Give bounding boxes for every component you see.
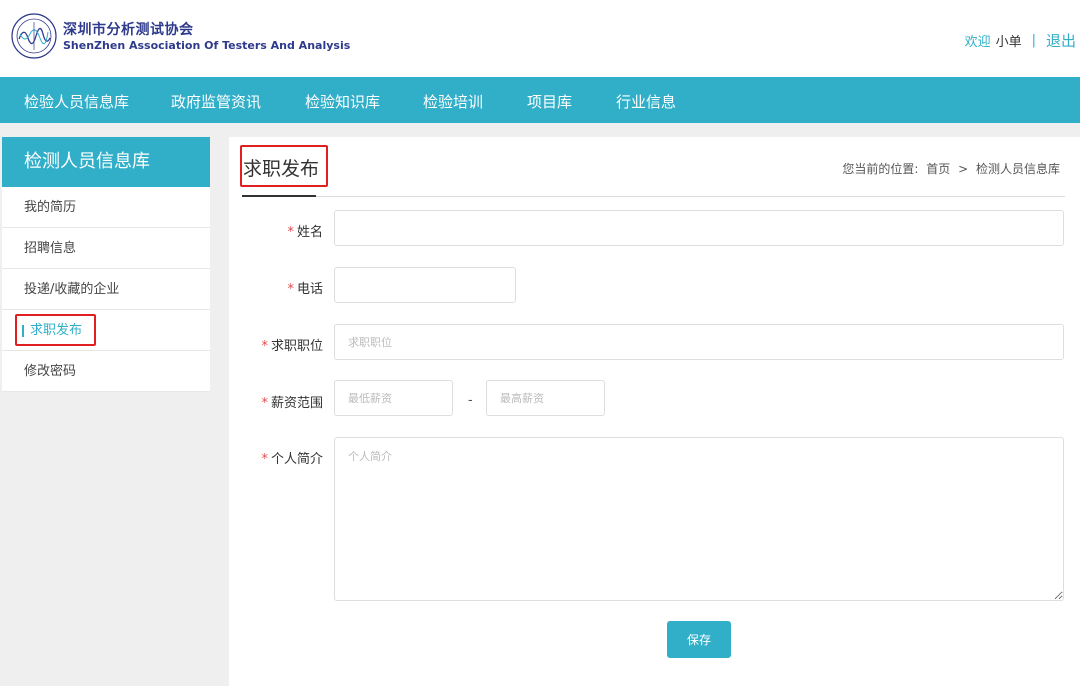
user-area: 欢迎 小单 | 退出 [965, 30, 1076, 51]
nav-item-inspector-database[interactable]: 检验人员信息库 [24, 91, 129, 112]
required-mark: * [261, 339, 268, 354]
position-label: * 求职职位 [229, 335, 323, 354]
sidebar-item-change-password[interactable]: 修改密码 [2, 351, 210, 392]
title-divider [242, 196, 1065, 197]
welcome-text: 欢迎 [964, 35, 991, 50]
brand-name-cn: 深圳市分析测试协会 [63, 22, 194, 38]
required-mark: * [261, 396, 268, 411]
intro-textarea[interactable] [334, 437, 1064, 601]
sidebar-item-my-resume[interactable]: 我的简历 [2, 187, 210, 228]
username: 小单 [995, 35, 1022, 50]
name-label-text: 姓名 [296, 225, 323, 240]
intro-label-text: 个人简介 [270, 452, 323, 467]
breadcrumb: 您当前的位置: 首页 > 检测人员信息库 [842, 160, 1064, 177]
nav-item-knowledge-base[interactable]: 检验知识库 [305, 91, 380, 112]
sidebar-item-job-listings[interactable]: 招聘信息 [2, 228, 210, 269]
salary-max-input[interactable] [486, 380, 605, 416]
breadcrumb-prefix: 您当前的位置: [842, 162, 919, 176]
salary-range-dash: - [468, 393, 473, 408]
phone-label: * 电话 [229, 278, 323, 297]
page-title: 求职发布 [243, 158, 320, 180]
brand-name-en: ShenZhen Association Of Testers And Anal… [63, 39, 351, 52]
main-nav: 检验人员信息库 政府监管资讯 检验知识库 检验培训 项目库 行业信息 [0, 77, 1080, 123]
breadcrumb-arrow: > [958, 162, 969, 176]
nav-item-training[interactable]: 检验培训 [423, 91, 483, 112]
phone-input[interactable] [334, 267, 516, 303]
title-underline [242, 195, 316, 197]
header: 深圳市分析测试协会 ShenZhen Association Of Tester… [0, 0, 1080, 77]
save-button[interactable]: 保存 [667, 621, 731, 658]
main-panel: 求职发布 您当前的位置: 首页 > 检测人员信息库 * 姓名 * 电话 * 求职职位 … [229, 137, 1080, 686]
header-separator: | [1031, 33, 1036, 48]
phone-label-text: 电话 [296, 282, 323, 297]
sidebar-title: 检测人员信息库 [2, 137, 210, 187]
required-mark: * [261, 452, 268, 467]
breadcrumb-home-link[interactable]: 首页 [926, 162, 950, 176]
position-input[interactable] [334, 324, 1064, 360]
intro-label: * 个人简介 [229, 448, 323, 467]
sidebar-item-job-seeking-post[interactable]: 求职发布 [2, 310, 210, 351]
required-mark: * [287, 225, 294, 240]
nav-item-industry-info[interactable]: 行业信息 [616, 91, 676, 112]
logout-link[interactable]: 退出 [1046, 30, 1076, 51]
required-mark: * [287, 282, 294, 297]
nav-item-government-news[interactable]: 政府监管资讯 [171, 91, 261, 112]
salary-label-text: 薪资范围 [270, 396, 323, 411]
association-logo-icon [11, 13, 57, 59]
salary-min-input[interactable] [334, 380, 453, 416]
sidebar: 检测人员信息库 我的简历 招聘信息 投递/收藏的企业 求职发布 修改密码 [2, 137, 210, 392]
salary-label: * 薪资范围 [229, 392, 323, 411]
name-label: * 姓名 [229, 221, 323, 240]
sidebar-item-applied-saved-companies[interactable]: 投递/收藏的企业 [2, 269, 210, 310]
name-input[interactable] [334, 210, 1064, 246]
nav-item-projects[interactable]: 项目库 [527, 91, 572, 112]
breadcrumb-current[interactable]: 检测人员信息库 [976, 162, 1060, 176]
position-label-text: 求职职位 [270, 339, 323, 354]
